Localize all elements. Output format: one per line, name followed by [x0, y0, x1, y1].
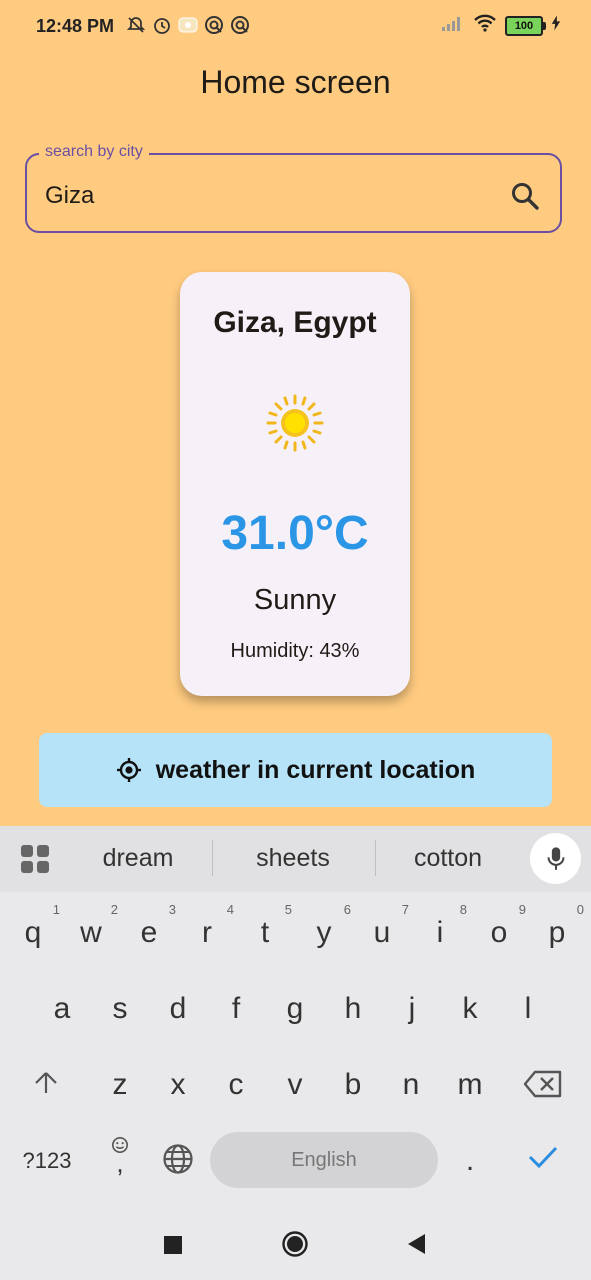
language-key[interactable]	[153, 1143, 203, 1183]
wifi-icon	[473, 14, 497, 37]
current-location-button[interactable]: weather in current location	[39, 733, 552, 807]
key-y[interactable]: y6	[299, 902, 352, 950]
battery-icon: 100	[505, 15, 546, 36]
home-button[interactable]	[282, 1231, 308, 1257]
key-e[interactable]: e3	[124, 902, 176, 950]
mic-icon	[547, 846, 564, 870]
symbols-key[interactable]: ?123	[16, 1148, 78, 1174]
recents-button[interactable]	[164, 1236, 182, 1254]
key-i[interactable]: i8	[415, 902, 467, 950]
sync-icon	[204, 15, 224, 35]
globe-icon	[163, 1144, 193, 1174]
city-name: Giza, Egypt	[213, 306, 377, 339]
key-x[interactable]: x	[153, 1068, 203, 1102]
key-d[interactable]: d	[153, 992, 203, 1026]
apps-grid-icon[interactable]	[20, 844, 50, 874]
page-title: Home screen	[200, 64, 391, 100]
status-bar: 12:48 PM 100	[0, 0, 591, 54]
suggestion-bar: dream sheets cotton	[0, 826, 591, 892]
weather-card: Giza, Egypt 31.0°C Sunny Humidity: 43%	[180, 272, 410, 696]
humidity: Humidity: 43%	[230, 640, 360, 662]
key-l[interactable]: l	[503, 992, 553, 1026]
mute-icon	[126, 15, 146, 35]
key-m[interactable]: m	[445, 1068, 495, 1102]
alarm-icon	[152, 15, 172, 35]
temperature: 31.0°C	[221, 507, 369, 560]
search-input[interactable]	[43, 177, 487, 215]
backspace-key[interactable]	[518, 1070, 568, 1106]
checkmark-icon	[528, 1146, 558, 1169]
comma-label: ,	[116, 1148, 124, 1178]
key-f[interactable]: f	[211, 992, 261, 1026]
key-t[interactable]: t5	[240, 902, 292, 950]
key-o[interactable]: o9	[474, 902, 526, 950]
status-time: 12:48 PM	[36, 16, 115, 36]
enter-key[interactable]	[518, 1144, 568, 1178]
backspace-icon	[523, 1070, 562, 1098]
key-g[interactable]: g	[270, 992, 320, 1026]
key-w[interactable]: w2	[66, 902, 118, 950]
search-icon[interactable]	[508, 179, 542, 213]
emoji-comma-key[interactable]: ,	[95, 1136, 145, 1178]
period-key[interactable]: .	[445, 1144, 495, 1178]
key-c[interactable]: c	[211, 1068, 261, 1102]
sync-icon	[230, 15, 250, 35]
key-b[interactable]: b	[328, 1068, 378, 1102]
shift-icon	[35, 1072, 57, 1093]
weather-condition: Sunny	[253, 584, 337, 616]
key-a[interactable]: a	[37, 992, 87, 1026]
search-label: search by city	[39, 143, 149, 161]
key-v[interactable]: v	[270, 1068, 320, 1102]
home-circle-icon	[282, 1231, 308, 1257]
signal-icon	[441, 14, 465, 37]
key-r[interactable]: r4	[182, 902, 234, 950]
key-j[interactable]: j	[387, 992, 437, 1026]
key-n[interactable]: n	[386, 1068, 436, 1102]
key-s[interactable]: s	[95, 992, 145, 1026]
key-z[interactable]: z	[95, 1068, 145, 1102]
suggestion-item[interactable]: sheets	[218, 844, 368, 873]
charging-icon	[551, 15, 561, 36]
shift-key[interactable]	[21, 1070, 71, 1104]
key-k[interactable]: k	[445, 992, 495, 1026]
current-location-label: weather in current location	[155, 755, 476, 784]
sun-icon	[266, 394, 324, 452]
location-target-icon	[116, 758, 141, 782]
suggestion-item[interactable]: dream	[63, 844, 213, 873]
back-triangle-icon	[408, 1234, 425, 1254]
space-key[interactable]: English	[210, 1132, 438, 1188]
key-u[interactable]: u7	[357, 902, 409, 950]
back-button[interactable]	[405, 1232, 429, 1256]
key-h[interactable]: h	[328, 992, 378, 1026]
suggestion-item[interactable]: cotton	[373, 844, 523, 873]
media-icon	[178, 15, 198, 35]
system-nav-bar	[0, 1210, 591, 1280]
search-field[interactable]: search by city	[25, 143, 562, 233]
key-p[interactable]: p0	[532, 902, 584, 950]
key-q[interactable]: q1	[8, 902, 60, 950]
mic-button[interactable]	[530, 833, 581, 884]
keyboard: dream sheets cotton q1 w2 e3 r4 t5 y6 u7…	[0, 826, 591, 1210]
